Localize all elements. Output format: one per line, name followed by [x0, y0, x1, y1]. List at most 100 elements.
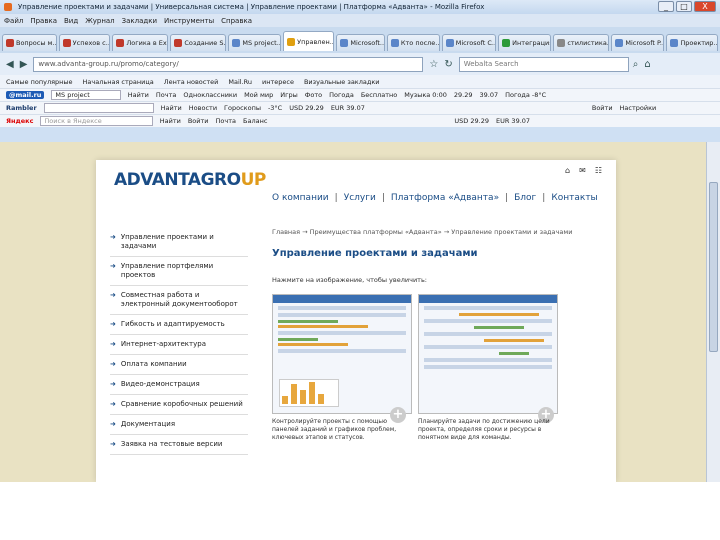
side-item[interactable]: ➜ Управление проектами и задачами — [110, 228, 248, 257]
side-item[interactable]: ➜ Управление портфелями проектов — [110, 257, 248, 286]
toolbar-item[interactable]: Гороскопы — [224, 104, 261, 112]
menu-bookmarks[interactable]: Закладки — [122, 17, 157, 25]
screenshot-thumbnail-2[interactable] — [418, 294, 558, 414]
tab[interactable]: Проектир... — [666, 34, 718, 51]
yandex-search-field[interactable]: Поиск в Яндексе — [40, 116, 153, 126]
toolbar-item[interactable]: Игры — [280, 91, 298, 99]
breadcrumb[interactable]: Главная → Преимущества платформы «Адвант… — [272, 228, 573, 236]
address-bar[interactable]: www.advanta-group.ru/promo/category/ — [33, 56, 424, 72]
nav-blog[interactable]: Блог — [514, 193, 536, 203]
tab[interactable]: Microsoft... — [336, 34, 385, 51]
tab[interactable]: Кто после... — [386, 34, 440, 51]
menu-tools[interactable]: Инструменты — [164, 17, 214, 25]
toolbar-item[interactable]: Фото — [305, 91, 322, 99]
tab-favicon-icon — [390, 39, 399, 47]
menu-help[interactable]: Справка — [221, 17, 252, 25]
tab[interactable]: MS project... — [228, 34, 282, 51]
menu-history[interactable]: Журнал — [85, 17, 114, 25]
bookmark-item[interactable]: Самые популярные — [6, 78, 73, 86]
vertical-scrollbar[interactable] — [706, 142, 720, 482]
menu-view[interactable]: Вид — [64, 17, 78, 25]
rambler-logo[interactable]: Rambler — [6, 104, 37, 112]
toolbar-item[interactable]: Новости — [189, 104, 217, 112]
nav-services[interactable]: Услуги — [344, 193, 376, 203]
toolbar-item[interactable]: Почта — [156, 91, 176, 99]
tab[interactable]: Microsoft C... — [441, 34, 497, 51]
tab-strip: Вопросы м... Успехов с... Логика в Ex...… — [0, 27, 720, 53]
maximize-button[interactable]: □ — [676, 1, 692, 12]
toolbar-search-field[interactable]: MS project — [51, 90, 121, 100]
forward-icon[interactable]: ▶ — [20, 59, 28, 70]
tab[interactable]: Создание S... — [170, 34, 227, 51]
nav-about[interactable]: О компании — [272, 193, 329, 203]
tab[interactable]: Логика в Ex... — [112, 34, 169, 51]
navigation-bar: ◀ ▶ www.advanta-group.ru/promo/category/… — [0, 53, 720, 75]
mail-icon[interactable]: ✉ — [579, 166, 586, 175]
sitemap-icon[interactable]: ☷ — [595, 166, 602, 175]
nav-platform[interactable]: Платформа «Адванта» — [391, 193, 499, 203]
logo-main-text: ADVANTAGRO — [114, 170, 241, 190]
toolbar-item[interactable]: Найти — [161, 104, 182, 112]
toolbar-item[interactable]: Найти — [160, 117, 181, 125]
toolbar-item[interactable]: Погода -8°C — [505, 91, 546, 99]
yandex-logo[interactable]: Яндекс — [6, 117, 33, 125]
toolbar-item[interactable]: Бесплатно — [361, 91, 397, 99]
reload-icon[interactable]: ↻ — [444, 59, 452, 70]
toolbar-item[interactable]: Музыка 0:00 — [404, 91, 447, 99]
side-item[interactable]: ➜ Интернет-архитектура — [110, 335, 248, 355]
side-item[interactable]: ➜ Гибкость и адаптируемость — [110, 315, 248, 335]
tab[interactable]: стилистика... — [553, 34, 610, 51]
toolbar-item: EUR 39.07 — [330, 104, 365, 112]
toolbar-item[interactable]: Войти — [592, 104, 613, 112]
bookmark-item[interactable]: Начальная страница — [83, 78, 154, 86]
toolbar-item[interactable]: Настройки — [620, 104, 657, 112]
home-icon[interactable]: ⌂ — [565, 166, 570, 175]
tab[interactable]: Вопросы м... — [2, 34, 57, 51]
side-item[interactable]: ➜ Сравнение коробочных решений — [110, 395, 248, 415]
nav-contacts[interactable]: Контакты — [551, 193, 597, 203]
back-icon[interactable]: ◀ — [6, 59, 14, 70]
tab[interactable]: Microsoft P... — [611, 34, 665, 51]
tab[interactable]: Успехов с... — [58, 34, 111, 51]
tab[interactable]: Интеграция — [498, 34, 552, 51]
menu-file[interactable]: Файл — [4, 17, 23, 25]
mailru-logo[interactable]: @mail.ru — [6, 91, 45, 99]
logo-sub-text: UP — [240, 170, 267, 190]
toolbar-item[interactable]: Одноклассники — [183, 91, 237, 99]
side-item[interactable]: ➜ Заявка на тестовые версии — [110, 435, 248, 455]
screenshot-thumbnail-1[interactable] — [272, 294, 412, 414]
toolbar-item[interactable]: Войти — [188, 117, 209, 125]
bookmark-item[interactable]: Лента новостей — [164, 78, 219, 86]
toolbar-item[interactable]: Найти — [128, 91, 149, 99]
toolbar-item[interactable]: Баланс — [243, 117, 267, 125]
bookmark-item[interactable]: Mail.Ru — [228, 78, 252, 86]
side-item[interactable]: ➜ Документация — [110, 415, 248, 435]
minimize-button[interactable]: _ — [658, 1, 674, 12]
star-icon[interactable]: ☆ — [429, 59, 438, 70]
close-button[interactable]: X — [694, 1, 716, 12]
bookmark-item[interactable]: Визуальные закладки — [304, 78, 380, 86]
search-icon[interactable]: ⌕ — [633, 59, 639, 70]
toolbar-item[interactable]: Мой мир — [244, 91, 273, 99]
bookmark-item[interactable]: интересе — [262, 78, 294, 86]
tab-label: Проектир... — [680, 39, 718, 47]
side-item[interactable]: ➜ Оплата компании — [110, 355, 248, 375]
screen: Управление проектами и задачами | Универ… — [0, 0, 720, 540]
side-item[interactable]: ➜ Видео-демонстрация — [110, 375, 248, 395]
advanta-logo[interactable]: ADVANTAGROUP — [114, 170, 266, 200]
menu-edit[interactable]: Правка — [30, 17, 57, 25]
toolbar-item[interactable]: Погода — [329, 91, 354, 99]
search-field[interactable]: Webalta Search — [458, 56, 629, 72]
arrow-right-icon: ➜ — [110, 420, 116, 428]
tab-favicon-icon — [62, 39, 71, 47]
arrow-right-icon: ➜ — [110, 340, 116, 348]
side-item[interactable]: ➜ Совместная работа и электронный докумен… — [110, 286, 248, 315]
tab-favicon-icon — [116, 39, 125, 47]
tab-active[interactable]: Управлен... — [283, 31, 335, 51]
home-icon[interactable]: ⌂ — [644, 59, 650, 70]
toolbar-item[interactable]: Почта — [216, 117, 236, 125]
scrollbar-thumb[interactable] — [709, 182, 718, 352]
thumbnail-caption-2: Планируйте задачи по достижению цели про… — [418, 418, 550, 441]
rambler-search-field[interactable] — [43, 103, 154, 113]
search-placeholder: Webalta Search — [463, 60, 519, 68]
